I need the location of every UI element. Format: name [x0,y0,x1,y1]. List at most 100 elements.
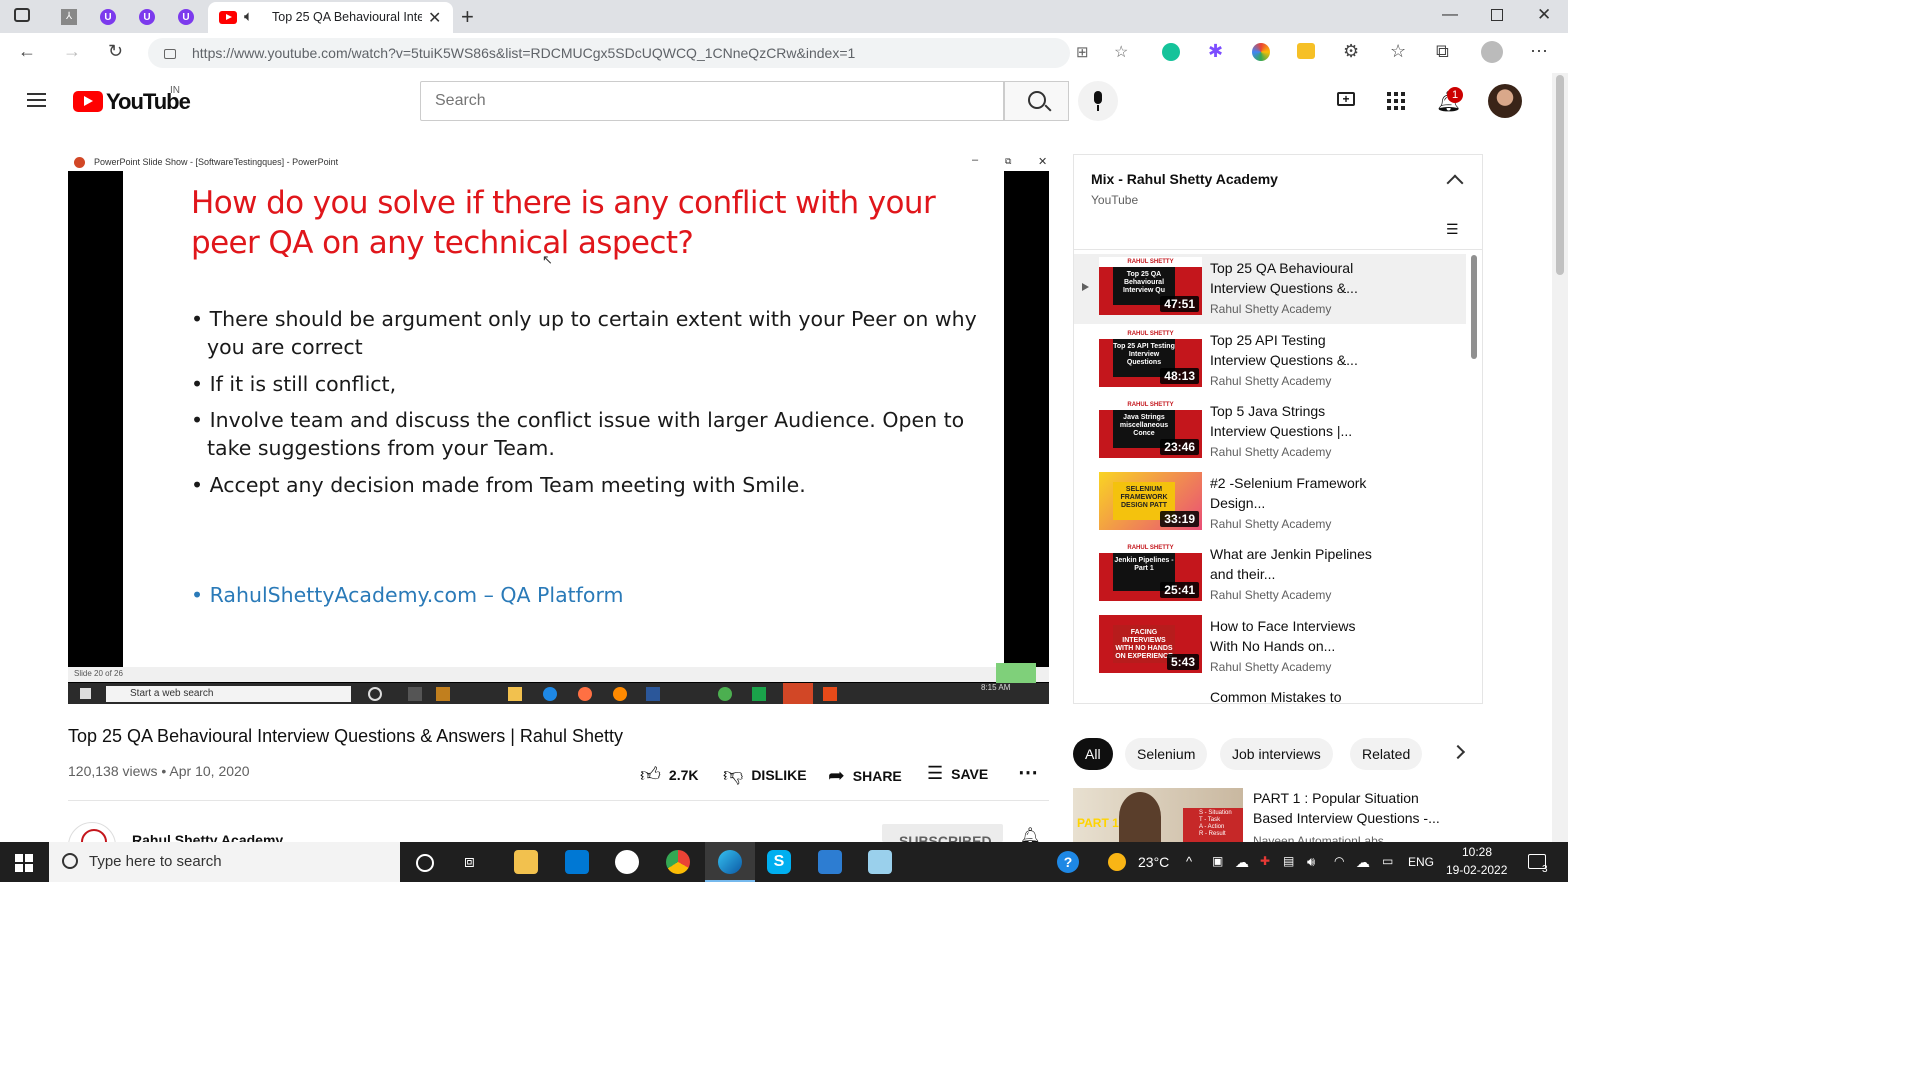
playlist-item-title[interactable]: Top 5 Java Strings Interview Questions |… [1210,401,1380,441]
page-scrollbar[interactable] [1552,73,1568,842]
share-button[interactable]: ➦ SHARE [828,763,902,788]
chip-related[interactable]: Related [1350,738,1423,770]
chevron-right-icon[interactable] [1450,744,1466,760]
close-tab-icon[interactable]: ✕ [428,8,441,28]
reload-icon[interactable]: ↻ [108,41,123,62]
tab-pinned-1[interactable]: ⅄ [56,5,82,29]
video-thumbnail[interactable]: RAHUL SHETTY Java Strings miscellaneous C… [1099,400,1202,458]
menu-hamburger-icon[interactable] [27,93,46,107]
extensions-icon[interactable]: ⚙ [1343,41,1359,62]
weather-temperature[interactable]: 23°C [1138,854,1169,870]
subscribed-button[interactable]: SUBSCRIBED [882,824,1003,842]
account-avatar[interactable] [1488,84,1522,118]
notes-extension-icon[interactable] [1297,43,1315,59]
like-button[interactable]: 👍︎ 2.7K [640,763,698,787]
bell-icon[interactable]: 🔔︎ [1020,826,1040,842]
playlist-item[interactable]: RAHUL SHETTY Top 25 QA Behavioural Interv… [1074,254,1466,324]
language-indicator[interactable]: ENG [1408,855,1434,869]
close-window-icon[interactable]: ✕ [1537,5,1551,25]
more-actions-icon[interactable]: ⋯ [1018,760,1038,785]
tab-pinned-2[interactable]: U [95,5,121,29]
file-explorer-icon[interactable] [514,850,538,874]
playlist-item[interactable]: SELENIUM FRAMEWORK DESIGN PATT 33:19 #2 -… [1074,469,1466,539]
grammarly-icon[interactable] [1162,43,1180,61]
tab-actions-icon[interactable] [14,8,30,22]
add-favorite-icon[interactable]: ☆ [1114,42,1128,62]
cloud-upload-icon[interactable]: ☁ [1356,854,1370,871]
tab-active[interactable]: 🔈︎ Top 25 QA Behavioural Interview Quest… [208,2,453,33]
extension-puzzle-badge-icon[interactable]: ✱ [1208,41,1223,62]
snipping-tool-icon[interactable] [868,850,892,874]
collapse-chevron-icon[interactable] [1446,174,1464,192]
meet-now-icon[interactable]: ▣ [1212,854,1223,868]
forward-icon[interactable]: → [63,41,81,62]
save-button[interactable]: ☰ SAVE [927,763,988,784]
chip-job-interviews[interactable]: Job interviews [1220,738,1333,770]
playlist-item-title[interactable]: Top 25 API Testing Interview Questions &… [1210,330,1380,370]
playlist-item[interactable]: RAHUL SHETTY Top 25 API Testing Interview… [1074,326,1466,396]
color-picker-icon[interactable] [1252,43,1270,61]
playlist-title[interactable]: Mix - Rahul Shetty Academy [1091,171,1278,187]
playlist-options-icon[interactable]: ☰ [1446,221,1459,238]
playlist-item-title[interactable]: #2 -Selenium Framework Design... [1210,473,1380,513]
show-hidden-icons-icon[interactable]: ^ [1186,854,1192,869]
network-icon[interactable]: ▤ [1283,854,1294,868]
photos-icon[interactable] [818,850,842,874]
recommended-title[interactable]: PART 1 : Popular Situation Based Intervi… [1253,788,1453,828]
playlist-item-title[interactable]: How to Face Interviews With No Hands on.… [1210,616,1380,656]
wifi-icon[interactable]: ◠ [1334,854,1344,868]
video-thumbnail[interactable]: RAHUL SHETTY Top 25 API Testing Interview… [1099,329,1202,387]
tab-pinned-4[interactable]: U [173,5,199,29]
video-player[interactable]: PowerPoint Slide Show - [SoftwareTesting… [68,154,1049,704]
playlist-item-title[interactable]: What are Jenkin Pipelines and their... [1210,544,1380,584]
playlist-item[interactable]: RAHUL SHETTY Jenkin Pipelines -Part 1 25:4… [1074,540,1466,610]
apps-grid-icon[interactable] [1387,92,1405,110]
recommended-thumbnail[interactable]: PART 1 S - Situation T - Task A - Action… [1073,788,1243,842]
profile-avatar-icon[interactable] [1481,41,1503,63]
video-thumbnail[interactable]: RAHUL SHETTY Jenkin Pipelines -Part 1 25:4… [1099,543,1202,601]
channel-name[interactable]: Rahul Shetty Academy [132,832,283,842]
back-icon[interactable]: ← [18,41,36,62]
task-view-icon[interactable]: ⧈ [464,852,475,872]
create-video-icon[interactable]: + [1337,92,1355,106]
speaker-icon[interactable]: 🔈︎ [244,8,253,25]
dislike-button[interactable]: 👎︎ DISLIKE [723,763,807,787]
windows-start-icon[interactable] [15,854,33,872]
volume-icon[interactable]: 🔊︎ [1307,854,1315,870]
app-available-icon[interactable]: ⊞ [1076,43,1089,61]
maximize-icon[interactable] [1491,9,1503,21]
taskbar-search-box[interactable]: Type here to search [49,842,400,882]
cortana-icon[interactable] [416,854,434,872]
playlist-item[interactable]: RAHUL SHETTY Java Strings miscellaneous C… [1074,397,1466,467]
chip-all[interactable]: All [1073,738,1113,770]
video-thumbnail[interactable]: RAHUL SHETTY Top 25 QA Behavioural Interv… [1099,257,1202,315]
favorites-icon[interactable]: ☆ [1390,41,1406,62]
more-options-icon[interactable]: ⋯ [1530,41,1548,62]
scrollbar-thumb[interactable] [1556,75,1564,275]
skype-icon[interactable]: S [767,850,791,874]
new-tab-icon[interactable]: + [461,4,474,30]
battery-icon[interactable]: ▭ [1382,854,1393,868]
playlist-scrollbar[interactable] [1471,255,1477,359]
chrome-icon[interactable] [666,850,690,874]
search-box[interactable] [420,81,1004,121]
playlist-item-title[interactable]: Top 25 QA Behavioural Interview Question… [1210,258,1380,298]
address-bar[interactable]: https://www.youtube.com/watch?v=5tuiK5WS… [148,38,1128,68]
tab-pinned-3[interactable]: U [134,5,160,29]
playlist-item-title[interactable]: Common Mistakes to [1210,687,1380,703]
search-input[interactable] [433,82,997,120]
youtube-logo-icon[interactable] [73,91,103,112]
collections-icon[interactable]: ⧉ [1436,41,1449,62]
help-icon[interactable]: ? [1057,851,1079,873]
gift-icon[interactable]: ✚ [1260,854,1270,868]
minimize-icon[interactable]: — [1442,6,1458,24]
app-icon[interactable] [615,850,639,874]
microsoft-store-icon[interactable] [565,850,589,874]
search-button[interactable] [1004,81,1069,121]
chip-selenium[interactable]: Selenium [1125,738,1208,770]
weather-sun-icon[interactable] [1108,853,1126,871]
taskbar-date[interactable]: 19-02-2022 [1446,863,1507,877]
playlist-item[interactable]: FACING INTERVIEWS WITH NO HANDS ON EXPER… [1074,612,1466,682]
url-text[interactable]: https://www.youtube.com/watch?v=5tuiK5WS… [192,45,855,61]
video-thumbnail[interactable]: SELENIUM FRAMEWORK DESIGN PATT 33:19 [1099,472,1202,530]
